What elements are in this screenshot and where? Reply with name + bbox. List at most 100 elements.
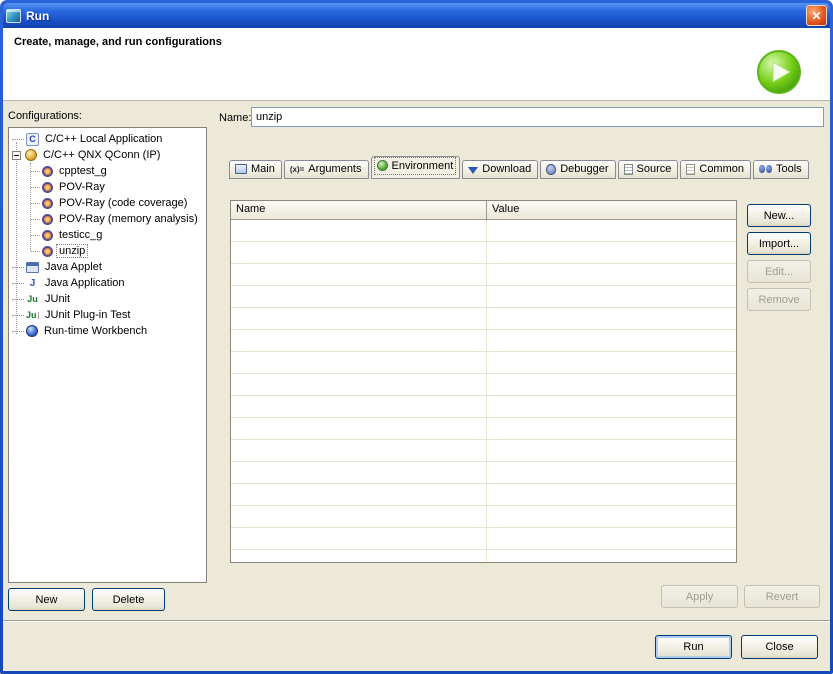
env-remove-button[interactable]: Remove [747,288,811,311]
tree-item-label: cpptest_g [57,165,109,177]
env-table-row [231,330,736,352]
tree-item-label: POV-Ray [57,181,107,193]
env-table-row [231,242,736,264]
tree-connector [31,219,40,220]
debugger-tab-icon [546,164,556,175]
env-table-row [231,308,736,330]
tab-arguments[interactable]: (x)= Arguments [284,160,369,179]
junit-plugin-icon [26,309,39,322]
workbench-icon [26,325,38,337]
name-label: Name: [219,112,251,124]
tree-connector [12,315,24,316]
tree-item-label: JUnit Plug-in Test [43,309,132,321]
tab-download[interactable]: Download [462,160,538,179]
env-table-header: Name Value [231,201,736,220]
apply-button[interactable]: Apply [661,585,738,608]
close-button[interactable] [806,5,827,26]
download-tab-icon [468,167,478,174]
run-dialog-window: Run Create, manage, and run configuratio… [0,0,833,674]
tab-main[interactable]: Main [229,160,282,179]
qnx-qconn-icon [25,149,37,161]
env-table-body [231,220,736,563]
tree-item-java-application[interactable]: Java Application [9,275,206,291]
tree-item-c-local-application[interactable]: C/C++ Local Application [9,131,206,147]
config-tabs: Main (x)= Arguments Environment Download [229,156,811,179]
tab-environment[interactable]: Environment [371,156,461,179]
env-table-row [231,374,736,396]
dialog-body: Create, manage, and run configurations C… [3,28,830,671]
tree-connector [31,187,40,188]
tree-item-label: Java Applet [43,261,104,273]
tree-item-runtime-workbench[interactable]: Run-time Workbench [9,323,206,339]
configurations-tree-panel[interactable]: C/C++ Local Application C/C++ QNX QConn … [8,127,207,583]
env-table-row [231,484,736,506]
tree-item-pov-ray-memory-analysis[interactable]: POV-Ray (memory analysis) [9,211,206,227]
tree-item-testicc-g[interactable]: testicc_g [9,227,206,243]
env-table-row [231,396,736,418]
env-edit-button[interactable]: Edit... [747,260,811,283]
tree-item-pov-ray-code-coverage[interactable]: POV-Ray (code coverage) [9,195,206,211]
tree-item-label: testicc_g [57,229,104,241]
tab-tools[interactable]: Tools [753,160,809,179]
tree-item-junit[interactable]: JUnit [9,291,206,307]
tree-item-label: unzip [57,245,87,257]
arguments-tab-icon: (x)= [290,165,304,174]
tree-item-pov-ray[interactable]: POV-Ray [9,179,206,195]
env-column-name[interactable]: Name [231,201,487,220]
tree-item-cpptest-g[interactable]: cpptest_g [9,163,206,179]
env-table-row [231,506,736,528]
env-column-value[interactable]: Value [487,201,736,220]
run-button[interactable]: Run [655,635,732,659]
qnx-children: cpptest_g POV-Ray POV-Ray (code coverage… [9,163,206,259]
tab-label: Debugger [560,163,608,175]
dialog-header: Create, manage, and run configurations [3,28,830,101]
tree-item-unzip[interactable]: unzip [9,243,206,259]
env-table-row [231,220,736,242]
delete-configuration-button[interactable]: Delete [92,588,165,611]
tree-connector [31,235,40,236]
java-applet-icon [26,262,39,273]
tab-source[interactable]: Source [618,160,679,179]
java-application-icon [26,277,39,290]
tab-label: Main [251,163,275,175]
tree-item-label: JUnit [43,293,72,305]
junit-icon [26,293,39,306]
environment-variables-table: Name Value [230,200,737,563]
tree-connector [12,267,24,268]
close-icon [811,7,821,25]
tab-label: Arguments [308,163,361,175]
tab-label: Environment [392,160,454,172]
launch-target-icon [42,182,53,193]
tree-item-label: POV-Ray (code coverage) [57,197,189,209]
env-new-button[interactable]: New... [747,204,811,227]
tab-common[interactable]: Common [680,160,751,179]
name-input[interactable] [251,107,824,127]
dialog-description: Create, manage, and run configurations [14,36,222,48]
env-import-button[interactable]: Import... [747,232,811,255]
tab-label: Tools [776,163,802,175]
tree-item-junit-plugin-test[interactable]: JUnit Plug-in Test [9,307,206,323]
env-table-row [231,440,736,462]
env-table-row [231,264,736,286]
env-table-row [231,528,736,550]
tab-debugger[interactable]: Debugger [540,160,615,179]
tree-item-label: POV-Ray (memory analysis) [57,213,200,225]
launch-target-icon [42,230,53,241]
titlebar[interactable]: Run [3,3,830,28]
launch-target-icon [42,214,53,225]
close-dialog-button[interactable]: Close [741,635,818,659]
source-tab-icon [624,164,633,175]
tree-connector [31,251,40,252]
tree-item-qnx-qconn[interactable]: C/C++ QNX QConn (IP) [9,147,206,163]
tree-connector [12,331,24,332]
main-tab-icon [235,164,247,174]
tree-item-java-applet[interactable]: Java Applet [9,259,206,275]
collapse-toggle-icon[interactable] [12,151,21,160]
common-tab-icon [686,164,695,175]
tree-item-label: Java Application [43,277,127,289]
new-configuration-button[interactable]: New [8,588,85,611]
c-application-icon [26,133,39,146]
revert-button[interactable]: Revert [744,585,820,608]
configurations-tree: C/C++ Local Application C/C++ QNX QConn … [9,131,206,339]
footer-separator [3,620,830,622]
